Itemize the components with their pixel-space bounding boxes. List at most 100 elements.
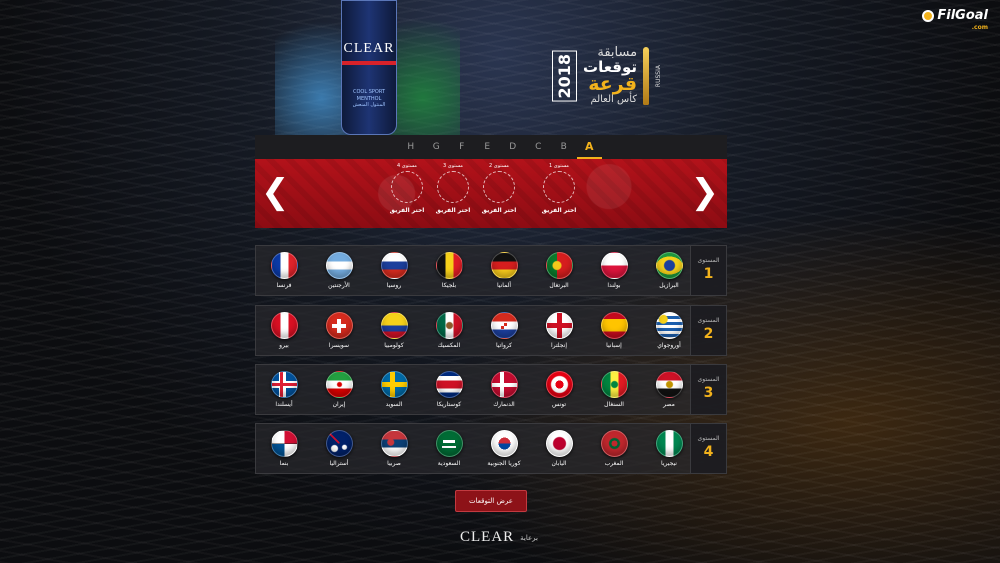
- contest-logo: 2018 مسابقة توقعات قرعة كأس العالم RUSSI…: [552, 45, 662, 107]
- slot-level-3[interactable]: مستوى 3 اختر الفريق: [433, 163, 473, 214]
- south-korea-flag-icon: [490, 430, 518, 457]
- team-brazil[interactable]: البرازيل: [647, 252, 691, 289]
- contest-year: 2018: [552, 50, 577, 102]
- mexico-flag-icon: [435, 312, 463, 339]
- tab-group-a[interactable]: A: [576, 135, 602, 159]
- spain-flag-icon: [600, 312, 628, 339]
- team-australia[interactable]: أستراليا: [317, 430, 361, 467]
- team-mexico[interactable]: المكسيك: [427, 312, 471, 349]
- chevron-left-icon[interactable]: ❮: [261, 175, 290, 209]
- australia-flag-icon: [325, 430, 353, 457]
- team-russia[interactable]: روسيا: [372, 252, 416, 289]
- japan-flag-icon: [545, 430, 573, 457]
- team-argentina[interactable]: الأرجنتين: [317, 252, 361, 289]
- slot-level-2[interactable]: مستوى 2 اختر الفريق: [479, 163, 519, 214]
- team-peru[interactable]: بيرو: [262, 312, 306, 349]
- level-indicator: المستوى 3: [690, 365, 726, 414]
- chevron-right-icon[interactable]: ❯: [691, 175, 720, 209]
- team-japan[interactable]: اليابان: [537, 430, 581, 467]
- contest-title: مسابقة توقعات قرعة كأس العالم: [583, 45, 638, 106]
- nigeria-flag-icon: [655, 430, 683, 457]
- team-costa-rica[interactable]: كوستاريكا: [427, 371, 471, 408]
- team-switzerland[interactable]: سويسرا: [317, 312, 361, 349]
- egypt-flag-icon: [655, 371, 683, 398]
- serbia-flag-icon: [380, 430, 408, 457]
- filgoal-logo[interactable]: FilGoal .com: [922, 8, 988, 31]
- tab-group-h[interactable]: H: [398, 135, 424, 159]
- contest-country: RUSSIA: [655, 64, 662, 88]
- iran-flag-icon: [325, 371, 353, 398]
- level-indicator: المستوى 4: [690, 424, 726, 473]
- tunisia-flag-icon: [545, 371, 573, 398]
- tab-group-g[interactable]: G: [424, 135, 450, 159]
- costa-rica-flag-icon: [435, 371, 463, 398]
- team-senegal[interactable]: السنغال: [592, 371, 636, 408]
- team-serbia[interactable]: صربيا: [372, 430, 416, 467]
- team-iceland[interactable]: أيسلندا: [262, 371, 306, 408]
- tab-group-b[interactable]: B: [551, 135, 577, 159]
- bottle-stripe: [342, 61, 396, 65]
- morocco-flag-icon: [600, 430, 628, 457]
- team-colombia[interactable]: كولومبيا: [372, 312, 416, 349]
- team-poland[interactable]: بولندا: [592, 252, 636, 289]
- sponsor-footer: CLEAR برعاية: [460, 529, 538, 546]
- team-nigeria[interactable]: نيجيريا: [647, 430, 691, 467]
- level-row-1: فرنسا الأرجنتين روسيا بلجيكا ألمانيا الب…: [255, 245, 727, 296]
- team-belgium[interactable]: بلجيكا: [427, 252, 471, 289]
- level-indicator: المستوى 2: [690, 306, 726, 355]
- germany-flag-icon: [490, 252, 518, 279]
- logo-text: FilGoal: [937, 8, 988, 23]
- empty-slot-circle: [391, 171, 423, 203]
- team-england[interactable]: إنجلترا: [537, 312, 581, 349]
- empty-slot-circle: [543, 171, 575, 203]
- bottle-brand: CLEAR: [343, 41, 395, 56]
- tab-group-f[interactable]: F: [449, 135, 475, 159]
- team-south-korea[interactable]: كوريا الجنوبية: [482, 430, 526, 467]
- group-selection-banner: ❮ ❯ مستوى 4 اختر الفريق مستوى 3 اختر الف…: [255, 159, 727, 228]
- sponsor-brand: CLEAR: [460, 529, 515, 545]
- slot-level-4[interactable]: مستوى 4 اختر الفريق: [387, 163, 427, 214]
- world-cup-trophy-icon: [643, 47, 649, 105]
- portugal-flag-icon: [545, 252, 573, 279]
- team-portugal[interactable]: البرتغال: [537, 252, 581, 289]
- show-predictions-button[interactable]: عرض التوقعات: [455, 490, 527, 512]
- russia-flag-icon: [380, 252, 408, 279]
- brazil-flag-icon: [655, 252, 683, 279]
- team-denmark[interactable]: الدنمارك: [482, 371, 526, 408]
- team-morocco[interactable]: المغرب: [592, 430, 636, 467]
- shampoo-bottle-image: CLEAR COOL SPORT MENTHOL المنثول المنعش: [341, 0, 397, 135]
- panama-flag-icon: [270, 430, 298, 457]
- team-croatia[interactable]: كرواتيا: [482, 312, 526, 349]
- team-uruguay[interactable]: أوروجواي: [647, 312, 691, 349]
- peru-flag-icon: [270, 312, 298, 339]
- tab-group-e[interactable]: E: [475, 135, 501, 159]
- team-sweden[interactable]: السويد: [372, 371, 416, 408]
- colombia-flag-icon: [380, 312, 408, 339]
- team-saudi-arabia[interactable]: السعودية: [427, 430, 471, 467]
- team-spain[interactable]: إسبانيا: [592, 312, 636, 349]
- belgium-flag-icon: [435, 252, 463, 279]
- empty-slot-circle: [437, 171, 469, 203]
- team-egypt[interactable]: مصر: [647, 371, 691, 408]
- team-panama[interactable]: بنما: [262, 430, 306, 467]
- sponsor-label: برعاية: [520, 533, 538, 542]
- argentina-flag-icon: [325, 252, 353, 279]
- level-row-4: بنما أستراليا صربيا السعودية كوريا الجنو…: [255, 423, 727, 474]
- level-row-2: بيرو سويسرا كولومبيا المكسيك كرواتيا إنج…: [255, 305, 727, 356]
- football-icon: [922, 9, 935, 22]
- bottle-variant: COOL SPORT MENTHOL المنثول المنعش: [352, 89, 386, 108]
- tab-group-c[interactable]: C: [526, 135, 552, 159]
- team-tunisia[interactable]: تونس: [537, 371, 581, 408]
- team-germany[interactable]: ألمانيا: [482, 252, 526, 289]
- france-flag-icon: [270, 252, 298, 279]
- tab-group-d[interactable]: D: [500, 135, 526, 159]
- group-tabs: H G F E D C B A: [255, 135, 727, 159]
- team-france[interactable]: فرنسا: [262, 252, 306, 289]
- team-iran[interactable]: إيران: [317, 371, 361, 408]
- uruguay-flag-icon: [655, 312, 683, 339]
- logo-sub: .com: [971, 24, 988, 31]
- empty-slot-circle: [483, 171, 515, 203]
- product-ad: CLEAR COOL SPORT MENTHOL المنثول المنعش: [275, 0, 460, 140]
- slot-level-1[interactable]: مستوى 1 اختر الفريق: [539, 163, 579, 214]
- level-row-3: أيسلندا إيران السويد كوستاريكا الدنمارك …: [255, 364, 727, 415]
